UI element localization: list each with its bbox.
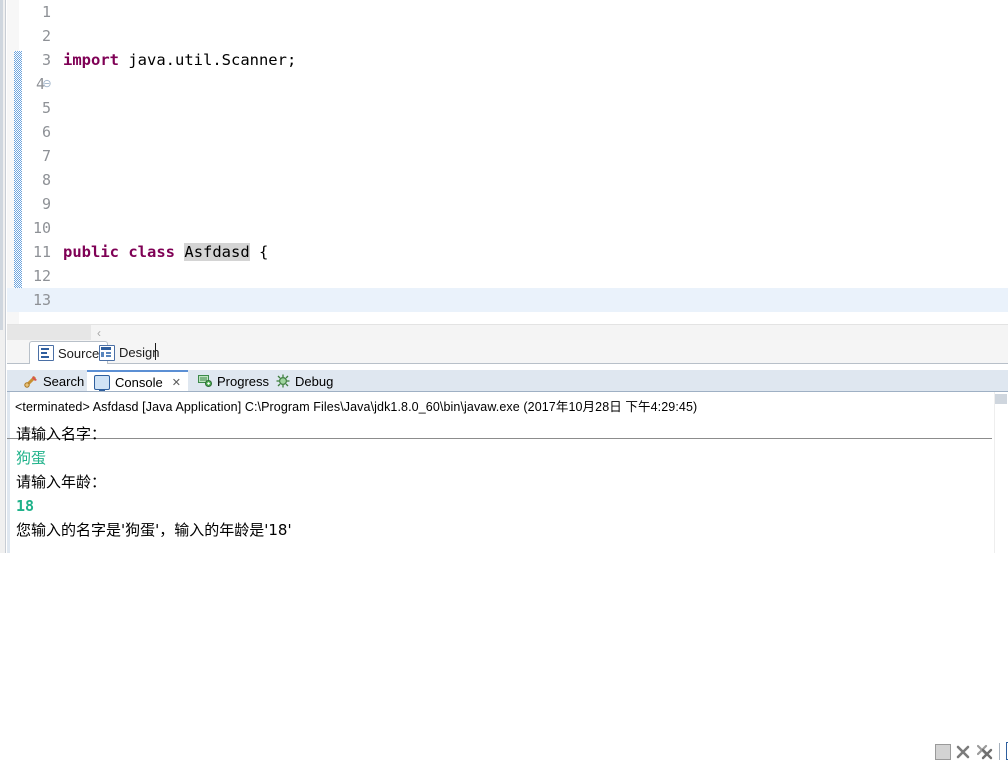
line-number: 2 bbox=[41, 27, 51, 45]
keyword-import: import bbox=[63, 51, 119, 69]
keyword-public: public bbox=[63, 243, 119, 261]
line-number: 12 bbox=[32, 267, 51, 285]
line-number: 6 bbox=[41, 123, 51, 141]
toolbar-separator bbox=[999, 743, 1000, 760]
editor-scroll-thumb[interactable] bbox=[7, 325, 91, 340]
search-icon-svg bbox=[24, 375, 37, 388]
tab-progress-label: Progress bbox=[217, 373, 270, 389]
text-caret bbox=[155, 343, 156, 360]
line-number: 13 bbox=[32, 291, 51, 309]
close-icon[interactable]: ✕ bbox=[172, 376, 181, 389]
tab-search-label: Search bbox=[43, 373, 85, 389]
chevron-left-icon[interactable]: ‹ bbox=[97, 326, 101, 340]
console-vertical-scrollbar[interactable] bbox=[994, 392, 1008, 553]
window-left-trim bbox=[0, 0, 3, 330]
remove-all-terminated-button[interactable] bbox=[976, 744, 995, 760]
progress-icon-svg bbox=[198, 375, 212, 387]
line-number: 8 bbox=[41, 171, 51, 189]
editor-code-area[interactable]: import java.util.Scanner; public class A… bbox=[63, 0, 1008, 331]
design-icon bbox=[99, 344, 115, 361]
line-number: 11 bbox=[32, 243, 51, 261]
search-icon bbox=[24, 375, 38, 388]
console-terminated-label: <terminated> Asfdasd [Java Application] … bbox=[15, 400, 698, 414]
terminate-button[interactable] bbox=[935, 744, 951, 760]
line-number: 1 bbox=[41, 3, 51, 21]
editor-bottom-tabs: Source Design bbox=[7, 340, 1008, 364]
editor-horizontal-scrollbar[interactable]: ‹ bbox=[7, 324, 1008, 340]
tab-design-label: Design bbox=[119, 345, 160, 360]
tab-search[interactable]: Search bbox=[17, 370, 91, 392]
java-source-editor[interactable]: 1 2 3 4 ⊖ 5 6 7 8 9 10 11 12 13 import j… bbox=[7, 0, 1008, 331]
code-line-1: import java.util.Scanner; bbox=[63, 48, 1008, 72]
console-input-echo: 狗蛋 bbox=[16, 449, 47, 467]
tab-progress[interactable]: Progress bbox=[191, 370, 276, 392]
console-output-line: 您输入的名字是'狗蛋'，输入的年龄是'18' bbox=[16, 521, 292, 539]
tab-console-label: Console bbox=[115, 374, 163, 390]
line-number: 10 bbox=[32, 219, 51, 237]
tab-console[interactable]: Console ✕ bbox=[87, 370, 188, 393]
line-number: 4 bbox=[35, 75, 45, 93]
console-left-trim bbox=[7, 392, 10, 553]
import-target: java.util.Scanner; bbox=[119, 51, 297, 69]
progress-icon bbox=[198, 375, 212, 387]
bottom-view-tab-bar: Search Console ✕ Progress Debug bbox=[7, 370, 1008, 760]
remove-launch-button[interactable] bbox=[955, 744, 971, 760]
console-scroll-thumb[interactable] bbox=[995, 394, 1007, 404]
fold-collapse-icon[interactable]: ⊖ bbox=[41, 72, 53, 96]
remove-launch-icon bbox=[956, 745, 970, 759]
keyword-class: class bbox=[128, 243, 176, 261]
console-output-line: 请输入名字： bbox=[16, 425, 107, 443]
console-input-echo: 18 bbox=[16, 497, 35, 515]
debug-icon-svg bbox=[276, 374, 290, 388]
console-view[interactable]: <terminated> Asfdasd [Java Application] … bbox=[7, 392, 1008, 553]
line-number: 7 bbox=[41, 147, 51, 165]
line-number: 3 bbox=[41, 51, 51, 69]
line-number: 9 bbox=[41, 195, 51, 213]
line-number: 5 bbox=[41, 99, 51, 117]
tab-debug-label: Debug bbox=[295, 373, 334, 389]
debug-icon bbox=[276, 374, 290, 388]
source-icon bbox=[38, 345, 54, 361]
editor-line-number-ruler: 1 2 3 4 ⊖ 5 6 7 8 9 10 11 12 13 bbox=[7, 0, 55, 331]
class-name-occurrence: Asfdasd bbox=[184, 243, 250, 261]
code-line-3: public class Asfdasd { bbox=[63, 240, 1008, 264]
tab-debug[interactable]: Debug bbox=[269, 370, 340, 392]
console-header-separator bbox=[7, 438, 992, 439]
brace-open: { bbox=[259, 243, 269, 261]
eclipse-ide-window: 1 2 3 4 ⊖ 5 6 7 8 9 10 11 12 13 import j… bbox=[0, 0, 1008, 760]
console-icon bbox=[94, 374, 110, 393]
console-output-line: 请输入年龄： bbox=[16, 473, 107, 491]
remove-all-terminated-icon bbox=[976, 744, 993, 760]
